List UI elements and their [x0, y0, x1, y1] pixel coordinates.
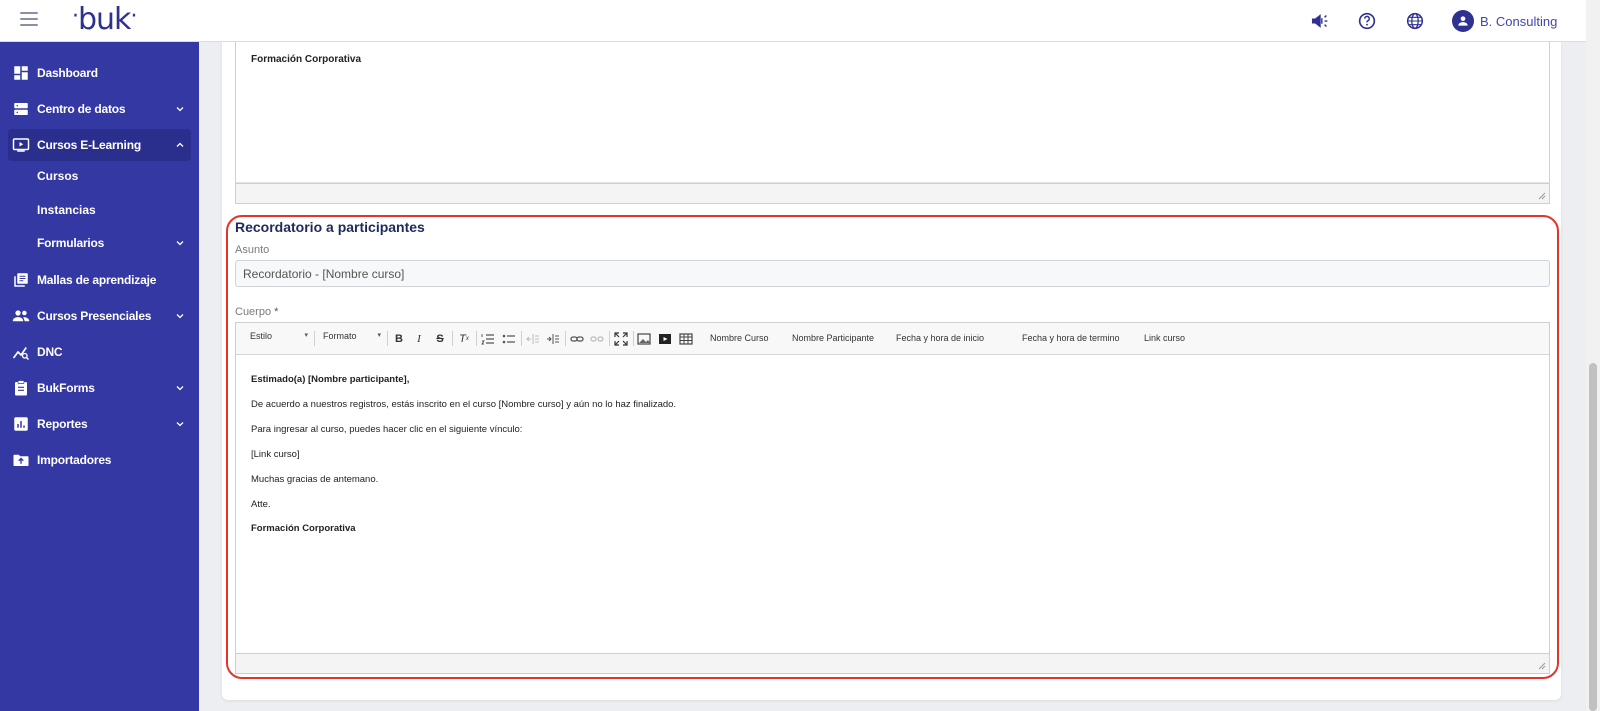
sidebar-item-centro-de-datos[interactable]: Centro de datos	[0, 93, 199, 125]
sidebar-item-label: Formularios	[37, 236, 105, 250]
editor-footer	[235, 653, 1550, 674]
maximize-icon[interactable]	[613, 331, 629, 347]
sidebar-subitem-formularios[interactable]: Formularios	[0, 227, 199, 259]
sidebar-item-importadores[interactable]: Importadores	[0, 444, 199, 476]
italic-icon[interactable]: I	[411, 331, 427, 347]
toolbar-separator	[387, 331, 388, 346]
user-menu[interactable]: B. Consulting	[1452, 8, 1557, 34]
chevron-down-icon	[176, 241, 184, 246]
buk-logo[interactable]: ·buk·	[72, 2, 137, 37]
previous-editor-body[interactable]: Formación Corporativa	[235, 42, 1550, 183]
sidebar-item-label: Dashboard	[37, 66, 98, 80]
sidebar-item-label: Reportes	[37, 417, 88, 431]
strikethrough-icon[interactable]: S	[432, 331, 448, 347]
sidebar-item-label: Cursos Presenciales	[37, 309, 152, 323]
dashboard-icon	[14, 66, 28, 80]
sidebar-item-bukforms[interactable]: BukForms	[0, 372, 199, 404]
editor-text-line: Atte.	[251, 499, 271, 510]
table-icon[interactable]	[678, 331, 694, 347]
required-mark: *	[274, 306, 279, 318]
user-name: B. Consulting	[1480, 13, 1558, 29]
resize-grip-icon[interactable]	[1538, 192, 1546, 200]
clipboard-icon	[15, 380, 27, 396]
outdent-icon[interactable]	[525, 331, 541, 347]
sidebar-item-reportes[interactable]: Reportes	[0, 408, 199, 440]
help-icon[interactable]	[1356, 10, 1378, 32]
video-embed-icon[interactable]	[657, 331, 673, 347]
library-icon	[14, 273, 28, 287]
bar-chart-icon	[14, 417, 28, 431]
editor-text-line: De acuerdo a nuestros registros, estás i…	[251, 399, 677, 410]
chart-line-icon	[12, 347, 30, 361]
sidebar-item-dashboard[interactable]: Dashboard	[0, 57, 199, 89]
sidebar: Dashboard Centro de datos Cursos E-Learn…	[0, 42, 199, 711]
bold-icon[interactable]: B	[391, 331, 407, 347]
insert-link-curso-button[interactable]: Link curso	[1144, 333, 1185, 343]
toolbar-separator	[314, 331, 315, 346]
sidebar-subitem-cursos[interactable]: Cursos	[37, 169, 78, 183]
page-scrollbar[interactable]	[1586, 0, 1600, 711]
image-icon[interactable]	[636, 331, 652, 347]
insert-fecha-inicio-button[interactable]: Fecha y hora de inicio	[896, 333, 984, 343]
insert-nombre-curso-button[interactable]: Nombre Curso	[710, 333, 769, 343]
toolbar-separator	[609, 331, 610, 346]
sidebar-item-label: Centro de datos	[37, 102, 126, 116]
folder-upload-icon	[13, 454, 29, 466]
language-icon[interactable]	[1404, 10, 1426, 32]
toolbar-separator	[476, 331, 477, 346]
numbered-list-icon[interactable]	[480, 331, 496, 347]
chevron-down-icon	[176, 386, 184, 391]
body-label: Cuerpo *	[235, 306, 279, 318]
insert-nombre-participante-button[interactable]: Nombre Participante	[792, 333, 874, 343]
editor-text-line: Formación Corporativa	[251, 523, 356, 534]
editor-text-line: [Link curso]	[251, 449, 300, 460]
editor-text-line: Formación Corporativa	[251, 54, 362, 65]
toolbar-separator	[565, 331, 566, 346]
sidebar-item-cursos-presenciales[interactable]: Cursos Presenciales	[0, 300, 199, 332]
section-title-recordatorio: Recordatorio a participantes	[235, 219, 425, 235]
sidebar-subitem-instancias[interactable]: Instancias	[37, 203, 96, 217]
subject-input[interactable]	[235, 260, 1550, 287]
sidebar-item-dnc[interactable]: DNC	[0, 336, 199, 368]
link-icon[interactable]	[569, 331, 585, 347]
editor-toolbar: Estilo ▾ Formato ▾ B I S Tx Nombre Curso N…	[236, 323, 1549, 355]
body-rich-text-editor: Estilo ▾ Formato ▾ B I S Tx Nombre Curso N…	[235, 322, 1550, 674]
toolbar-separator	[452, 331, 453, 346]
bullet-list-icon[interactable]	[501, 331, 517, 347]
people-icon	[12, 310, 30, 322]
resize-grip-icon[interactable]	[1538, 662, 1546, 670]
chevron-down-icon	[176, 107, 184, 112]
indent-icon[interactable]	[545, 331, 561, 347]
unlink-icon[interactable]	[589, 331, 605, 347]
sidebar-item-cursos-e-learning[interactable]: Cursos E-Learning	[8, 129, 191, 161]
chevron-up-icon	[176, 142, 184, 147]
sidebar-item-mallas[interactable]: Mallas de aprendizaje	[0, 264, 199, 296]
toolbar-separator	[521, 331, 522, 346]
editor-text-line: Muchas gracias de antemano.	[251, 474, 379, 485]
announcement-icon[interactable]	[1309, 10, 1331, 32]
menu-icon[interactable]	[20, 12, 38, 28]
editor-content-area[interactable]: Estimado(a) [Nombre participante], De ac…	[236, 356, 1549, 650]
sidebar-item-label: Mallas de aprendizaje	[37, 273, 157, 287]
video-icon	[12, 138, 30, 152]
editor-text-line: Estimado(a) [Nombre participante],	[251, 374, 410, 385]
scrollbar-thumb[interactable]	[1589, 363, 1597, 711]
previous-editor-footer	[235, 183, 1550, 204]
top-bar: ·buk· B. Consulting	[0, 0, 1586, 42]
sidebar-item-label: DNC	[37, 345, 63, 359]
format-dropdown[interactable]: Formato ▾	[323, 331, 381, 347]
user-avatar-icon	[1452, 10, 1474, 32]
insert-fecha-termino-button[interactable]: Fecha y hora de termino	[1022, 333, 1120, 343]
sidebar-item-label: Cursos E-Learning	[37, 138, 141, 152]
subject-label: Asunto	[235, 244, 270, 256]
remove-format-icon[interactable]: Tx	[456, 331, 472, 347]
sidebar-item-label: BukForms	[37, 381, 95, 395]
database-icon	[14, 103, 28, 115]
editor-text-line: Para ingresar al curso, puedes hacer cli…	[251, 424, 523, 435]
toolbar-separator	[633, 331, 634, 346]
chevron-down-icon	[176, 422, 184, 427]
chevron-down-icon	[176, 314, 184, 319]
sidebar-item-label: Importadores	[37, 453, 112, 467]
style-dropdown[interactable]: Estilo ▾	[250, 331, 308, 347]
